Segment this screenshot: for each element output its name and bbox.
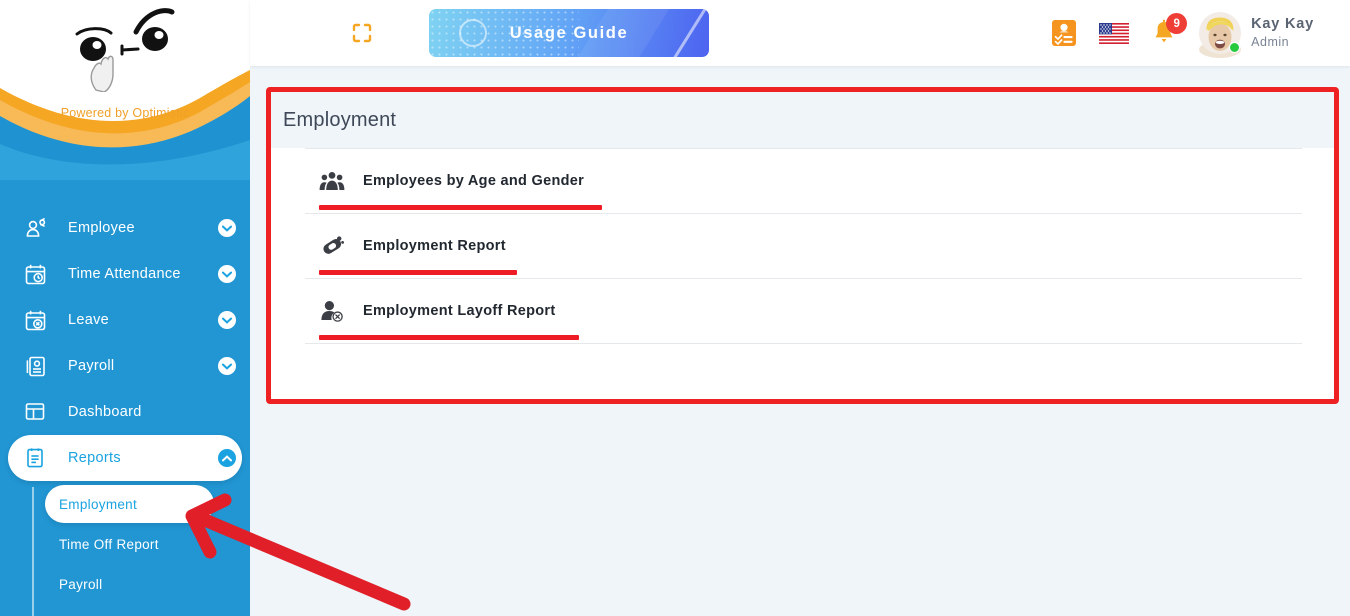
report-item-label: Employment Report (363, 238, 506, 254)
app-root: Powered by Optimistic Employee (0, 0, 1350, 616)
sidebar-item-label: Reports (58, 450, 212, 466)
payslip-icon (24, 354, 58, 378)
employment-card: Employment Employee (266, 87, 1339, 404)
report-item-label: Employment Layoff Report (363, 303, 556, 319)
dashboard-icon (24, 400, 58, 424)
sidebar-item-label: Payroll (58, 358, 212, 374)
sidebar-item-leave[interactable]: Leave (8, 297, 242, 343)
report-item-label: Employees by Age and Gender (363, 173, 584, 189)
usage-guide-stripe (668, 9, 709, 57)
topbar-right: 9 (1051, 12, 1350, 54)
calendar-clock-icon (24, 262, 58, 286)
users-icon (24, 216, 58, 240)
people-group-icon (319, 170, 363, 192)
notification-badge: 9 (1166, 13, 1187, 34)
fullscreen-icon[interactable] (350, 21, 374, 45)
sidebar-item-label: Dashboard (58, 404, 212, 420)
briefcase-icon (319, 234, 363, 258)
annotation-underline (319, 205, 602, 210)
sidebar-item-dashboard[interactable]: Dashboard (8, 389, 242, 435)
report-item-employment-layoff-report[interactable]: Employment Layoff Report (297, 279, 1310, 343)
calendar-x-icon (24, 308, 58, 332)
sidebar-item-employee[interactable]: Employee (8, 205, 242, 251)
sidebar: Powered by Optimistic Employee (0, 0, 250, 616)
report-icon (24, 446, 58, 470)
id-card-icon[interactable] (1051, 19, 1077, 47)
sidebar-subitem-payroll[interactable]: Payroll (45, 565, 214, 603)
sidebar-subitem-label: Employment (59, 497, 137, 512)
user-menu[interactable]: Kay Kay Admin (1199, 12, 1314, 54)
report-item-employment-report[interactable]: Employment Report (297, 214, 1310, 278)
topbar: Usage Guide (250, 0, 1350, 66)
sidebar-subitem-label: Payroll (59, 577, 102, 592)
chevron-down-icon[interactable] (212, 311, 242, 329)
sidebar-item-time-attendance[interactable]: Time Attendance (8, 251, 242, 297)
usage-guide-banner[interactable]: Usage Guide (429, 9, 709, 57)
chevron-down-icon[interactable] (212, 265, 242, 283)
sidebar-subitem-label: Time Off Report (59, 537, 159, 552)
sidebar-item-payroll[interactable]: Payroll (8, 343, 242, 389)
sidebar-subitem-employment[interactable]: Employment (45, 485, 214, 523)
topbar-left: Usage Guide (250, 9, 709, 57)
annotation-underline (319, 270, 517, 275)
sidebar-item-label: Leave (58, 312, 212, 328)
sidebar-item-label: Time Attendance (58, 266, 212, 282)
brand-tagline: Powered by Optimistic (0, 106, 250, 120)
user-name: Kay Kay (1251, 15, 1314, 35)
hamburger-icon[interactable] (294, 23, 320, 43)
sidebar-subitem-time-off-report[interactable]: Time Off Report (45, 525, 214, 563)
notification-bell[interactable]: 9 (1151, 18, 1177, 48)
user-role: Admin (1251, 34, 1314, 51)
chevron-up-icon[interactable] (212, 449, 242, 467)
row-divider (305, 343, 1302, 344)
report-list: Employees by Age and Gender (285, 148, 1334, 399)
avatar[interactable] (1199, 12, 1241, 54)
user-remove-icon (319, 299, 363, 323)
main-content: Employment Employee (250, 66, 1350, 616)
usage-guide-label: Usage Guide (510, 24, 628, 43)
usage-guide-circle-decoration (459, 19, 487, 47)
sidebar-subnav-reports: Employment Time Off Report Payroll (0, 485, 250, 603)
us-flag-icon[interactable] (1099, 23, 1129, 44)
card-header: Employment (271, 92, 1334, 148)
brand-logo[interactable]: Powered by Optimistic (0, 0, 250, 130)
chevron-down-icon[interactable] (212, 219, 242, 237)
user-info: Kay Kay Admin (1251, 15, 1314, 51)
sidebar-item-label: Employee (58, 220, 212, 236)
annotation-underline (319, 335, 579, 340)
sidebar-nav: Employee Time Attendance (0, 205, 250, 605)
sidebar-item-reports[interactable]: Reports (8, 435, 242, 481)
mascot-face-icon (60, 2, 190, 92)
page-title: Employment (283, 109, 396, 132)
report-item-employees-by-age-and-gender[interactable]: Employees by Age and Gender (297, 149, 1310, 213)
chevron-down-icon[interactable] (212, 357, 242, 375)
